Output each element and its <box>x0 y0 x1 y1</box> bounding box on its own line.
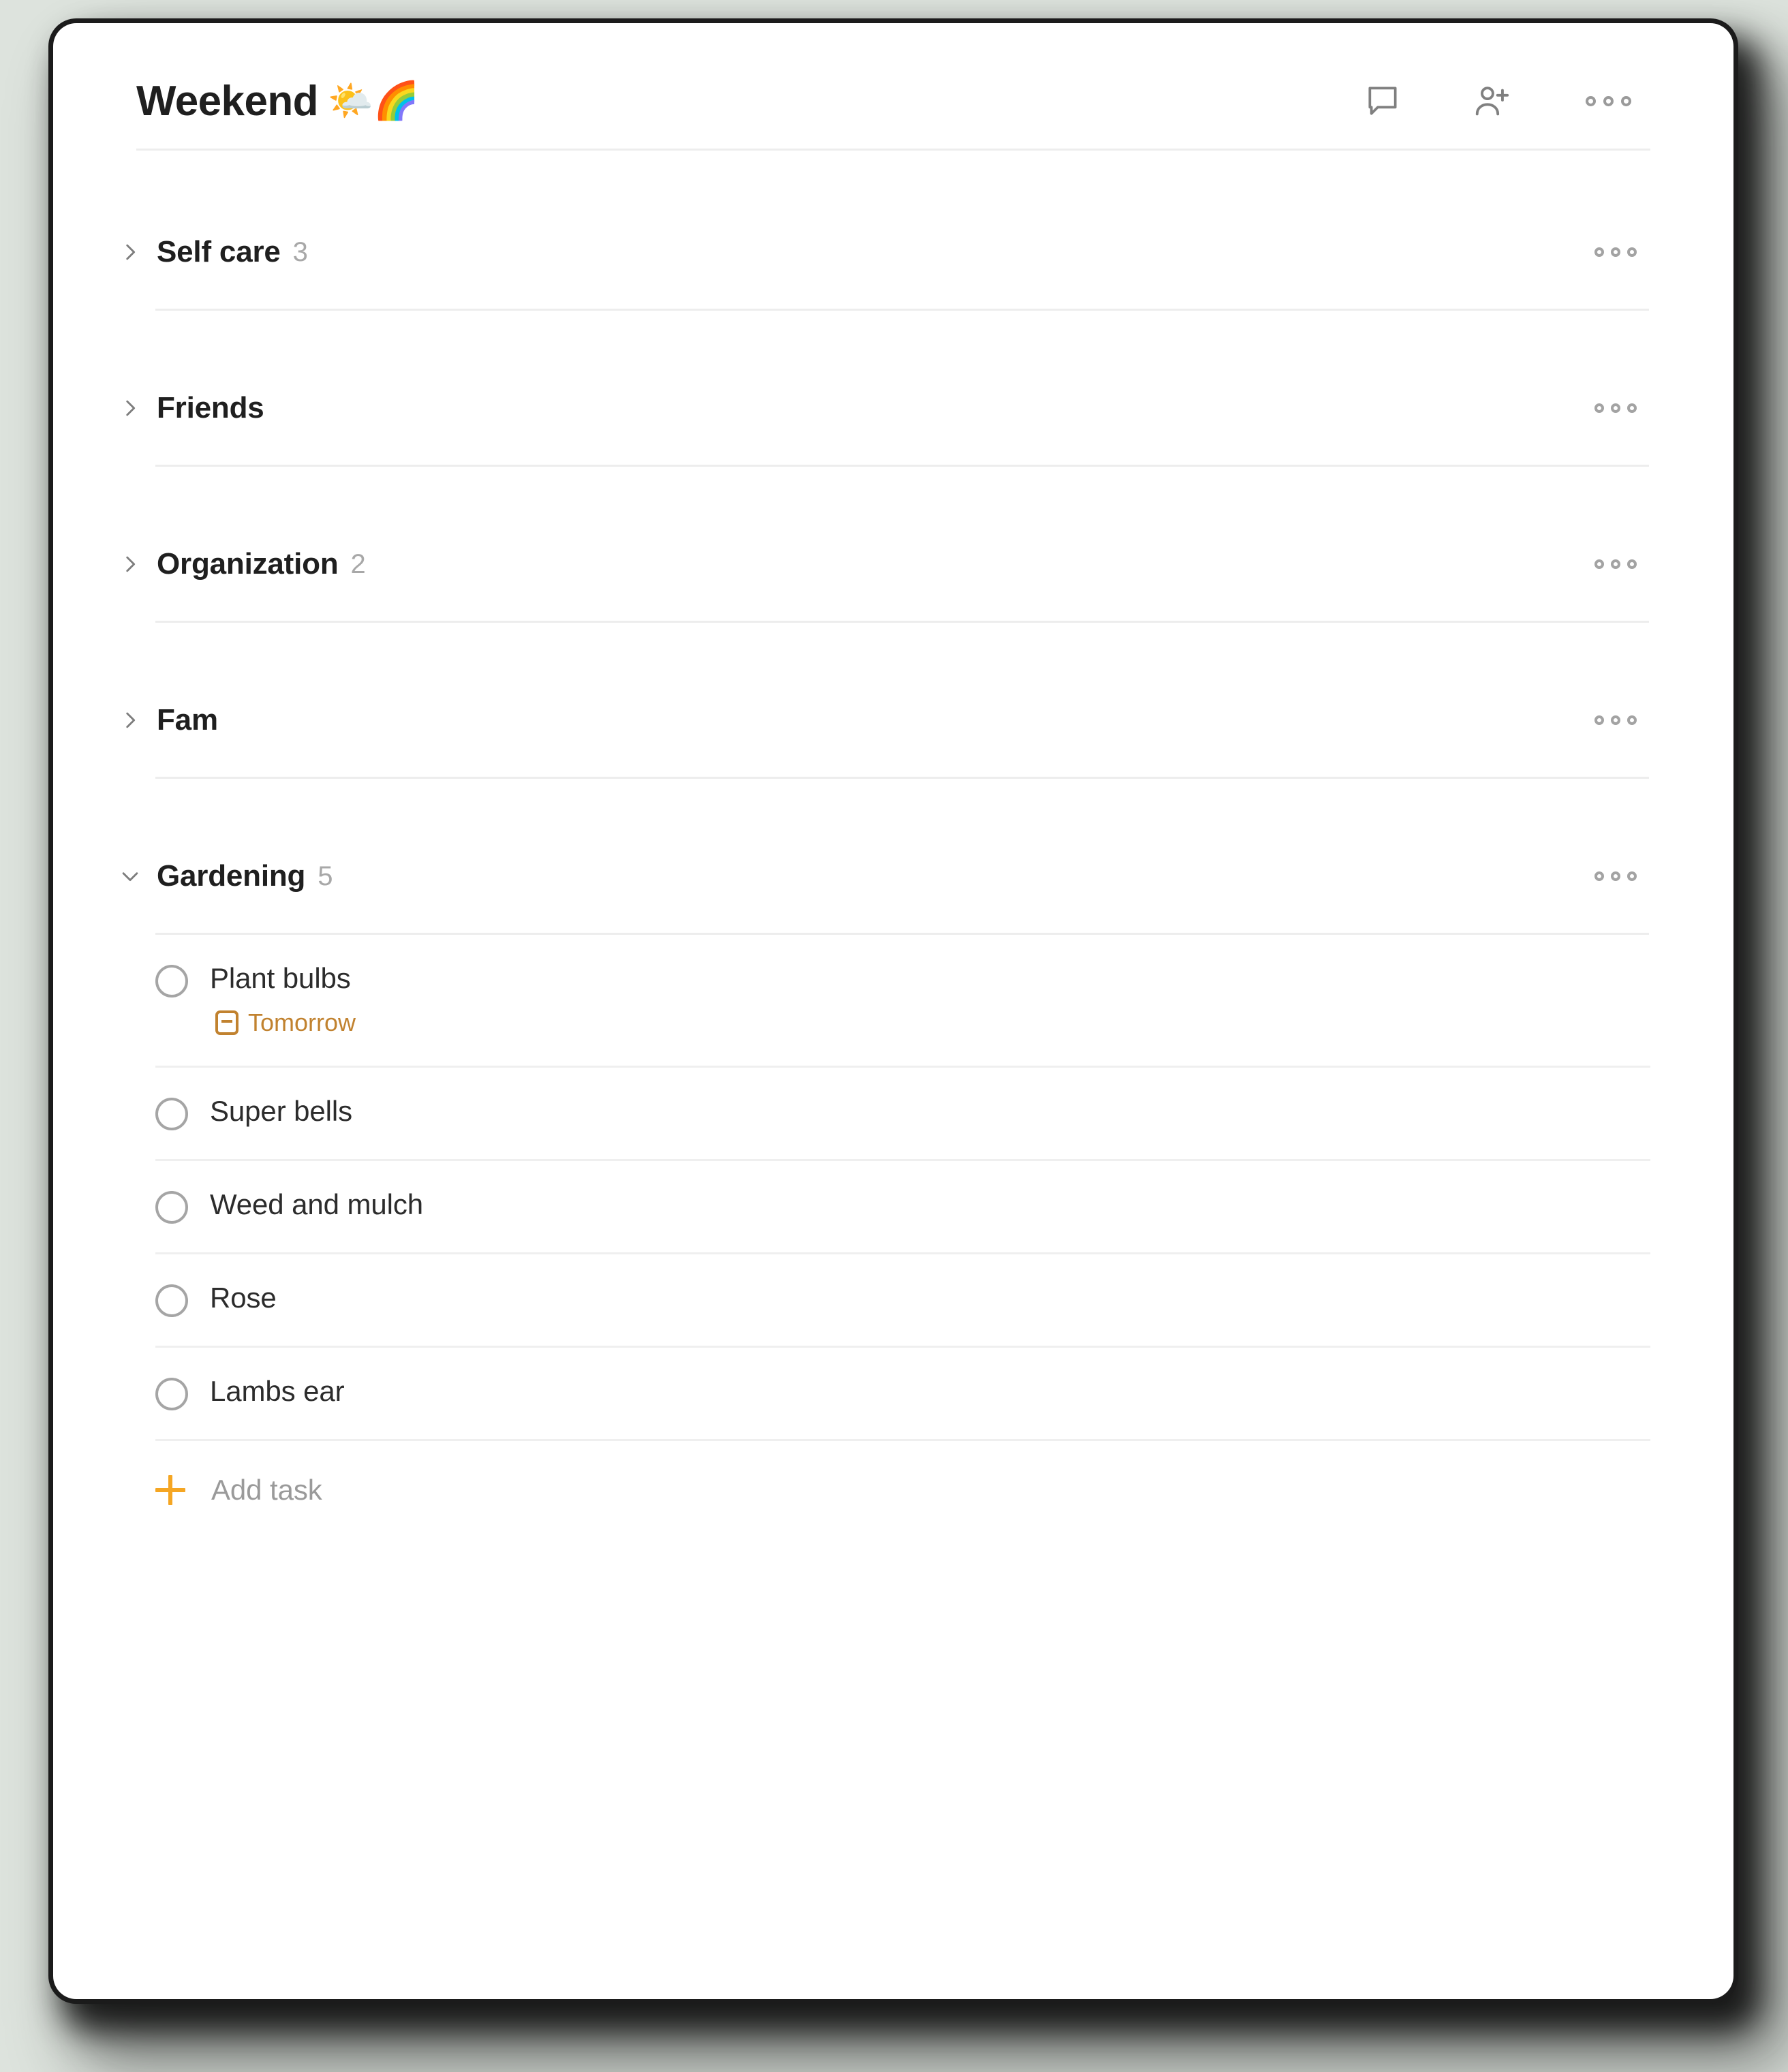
task-item[interactable]: Lambs ear <box>155 1348 1650 1442</box>
section: Friends <box>126 372 1650 467</box>
header-divider <box>136 149 1650 151</box>
dot <box>1627 247 1637 257</box>
section-header-0[interactable]: Self care 3 <box>126 216 1650 288</box>
section-divider <box>155 621 1649 623</box>
section: Self care 3 <box>126 216 1650 311</box>
project-header: Weekend 🌤️🌈 <box>136 23 1650 149</box>
section-list: Self care 3 Friends Organization 2 Fam Gardeni… <box>122 216 1650 1527</box>
page-title: Weekend 🌤️🌈 <box>136 77 419 125</box>
task-checkbox[interactable] <box>155 1191 188 1224</box>
project-title-text: Weekend <box>136 77 318 125</box>
section-header-4[interactable]: Gardening 5 <box>122 840 1650 912</box>
comments-icon[interactable] <box>1357 76 1408 126</box>
section: Gardening 5 Plant bulbs Tomorrow Super bells… <box>122 840 1650 1527</box>
task-title: Rose <box>210 1282 277 1314</box>
chevron-right-icon[interactable] <box>119 709 157 732</box>
section: Fam <box>126 684 1650 779</box>
add-task-label: Add task <box>211 1474 322 1506</box>
dot <box>1603 95 1614 106</box>
dot <box>1585 95 1596 106</box>
dot <box>1611 403 1620 413</box>
section-menu-icon[interactable] <box>1586 544 1645 585</box>
section-menu-icon[interactable] <box>1586 856 1645 897</box>
section-divider <box>155 777 1649 779</box>
task-list: Plant bulbs Tomorrow Super bells Weed and m… <box>155 935 1650 1442</box>
task-title: Plant bulbs <box>210 962 351 994</box>
section-title: Organization <box>157 547 339 581</box>
section-title: Gardening <box>157 859 306 893</box>
project-title-emoji: 🌤️🌈 <box>327 80 420 121</box>
dot <box>1627 871 1637 881</box>
task-item[interactable]: Super bells <box>155 1068 1650 1162</box>
dot <box>1594 403 1604 413</box>
section-count: 2 <box>350 548 366 579</box>
task-checkbox[interactable] <box>155 965 188 998</box>
dot <box>1594 247 1604 257</box>
task-checkbox[interactable] <box>155 1284 188 1318</box>
dot <box>1594 871 1604 881</box>
plus-icon <box>155 1475 185 1506</box>
dot <box>1611 715 1620 725</box>
task-checkbox[interactable] <box>155 1378 188 1411</box>
section-count: 5 <box>318 861 333 891</box>
dot <box>1611 247 1620 257</box>
section-menu-icon[interactable] <box>1586 700 1645 741</box>
more-menu-icon[interactable] <box>1575 76 1641 126</box>
chevron-right-icon[interactable] <box>119 553 157 576</box>
task-due-label: Tomorrow <box>248 1008 356 1037</box>
section-title: Friends <box>157 391 264 424</box>
dot <box>1627 403 1637 413</box>
dot <box>1611 871 1620 881</box>
task-title: Weed and mulch <box>210 1188 424 1221</box>
calendar-icon <box>215 1010 238 1036</box>
section-header-3[interactable]: Fam <box>126 684 1650 756</box>
add-task-button[interactable]: Add task <box>155 1441 1650 1527</box>
section-menu-icon[interactable] <box>1586 232 1645 273</box>
section-header-2[interactable]: Organization 2 <box>126 528 1650 600</box>
section: Organization 2 <box>126 528 1650 623</box>
task-due-date[interactable]: Tomorrow <box>215 1008 1650 1037</box>
task-item[interactable]: Rose <box>155 1254 1650 1348</box>
section-count: 3 <box>292 236 308 267</box>
header-actions <box>1357 76 1650 126</box>
task-checkbox[interactable] <box>155 1098 188 1131</box>
chevron-right-icon[interactable] <box>119 397 157 420</box>
app-root: Weekend 🌤️🌈 Self care 3 Friends Organiza… <box>0 0 1788 2072</box>
task-item[interactable]: Plant bulbs Tomorrow <box>155 935 1650 1068</box>
project-card: Weekend 🌤️🌈 Self care 3 Friends Organiza… <box>53 23 1733 1999</box>
dot <box>1594 559 1604 569</box>
section-title: Self care <box>157 235 281 268</box>
add-person-icon[interactable] <box>1466 76 1517 126</box>
section-menu-icon[interactable] <box>1586 388 1645 429</box>
section-divider <box>155 309 1649 311</box>
task-title: Lambs ear <box>210 1375 345 1408</box>
dot <box>1594 715 1604 725</box>
section-title: Fam <box>157 703 218 737</box>
dot <box>1611 559 1620 569</box>
section-header-1[interactable]: Friends <box>126 372 1650 444</box>
dot <box>1627 559 1637 569</box>
task-title: Super bells <box>210 1095 353 1128</box>
chevron-down-icon[interactable] <box>119 865 157 888</box>
chevron-right-icon[interactable] <box>119 241 157 264</box>
section-divider <box>155 465 1649 467</box>
dot <box>1620 95 1631 106</box>
dot <box>1627 715 1637 725</box>
task-item[interactable]: Weed and mulch <box>155 1161 1650 1255</box>
